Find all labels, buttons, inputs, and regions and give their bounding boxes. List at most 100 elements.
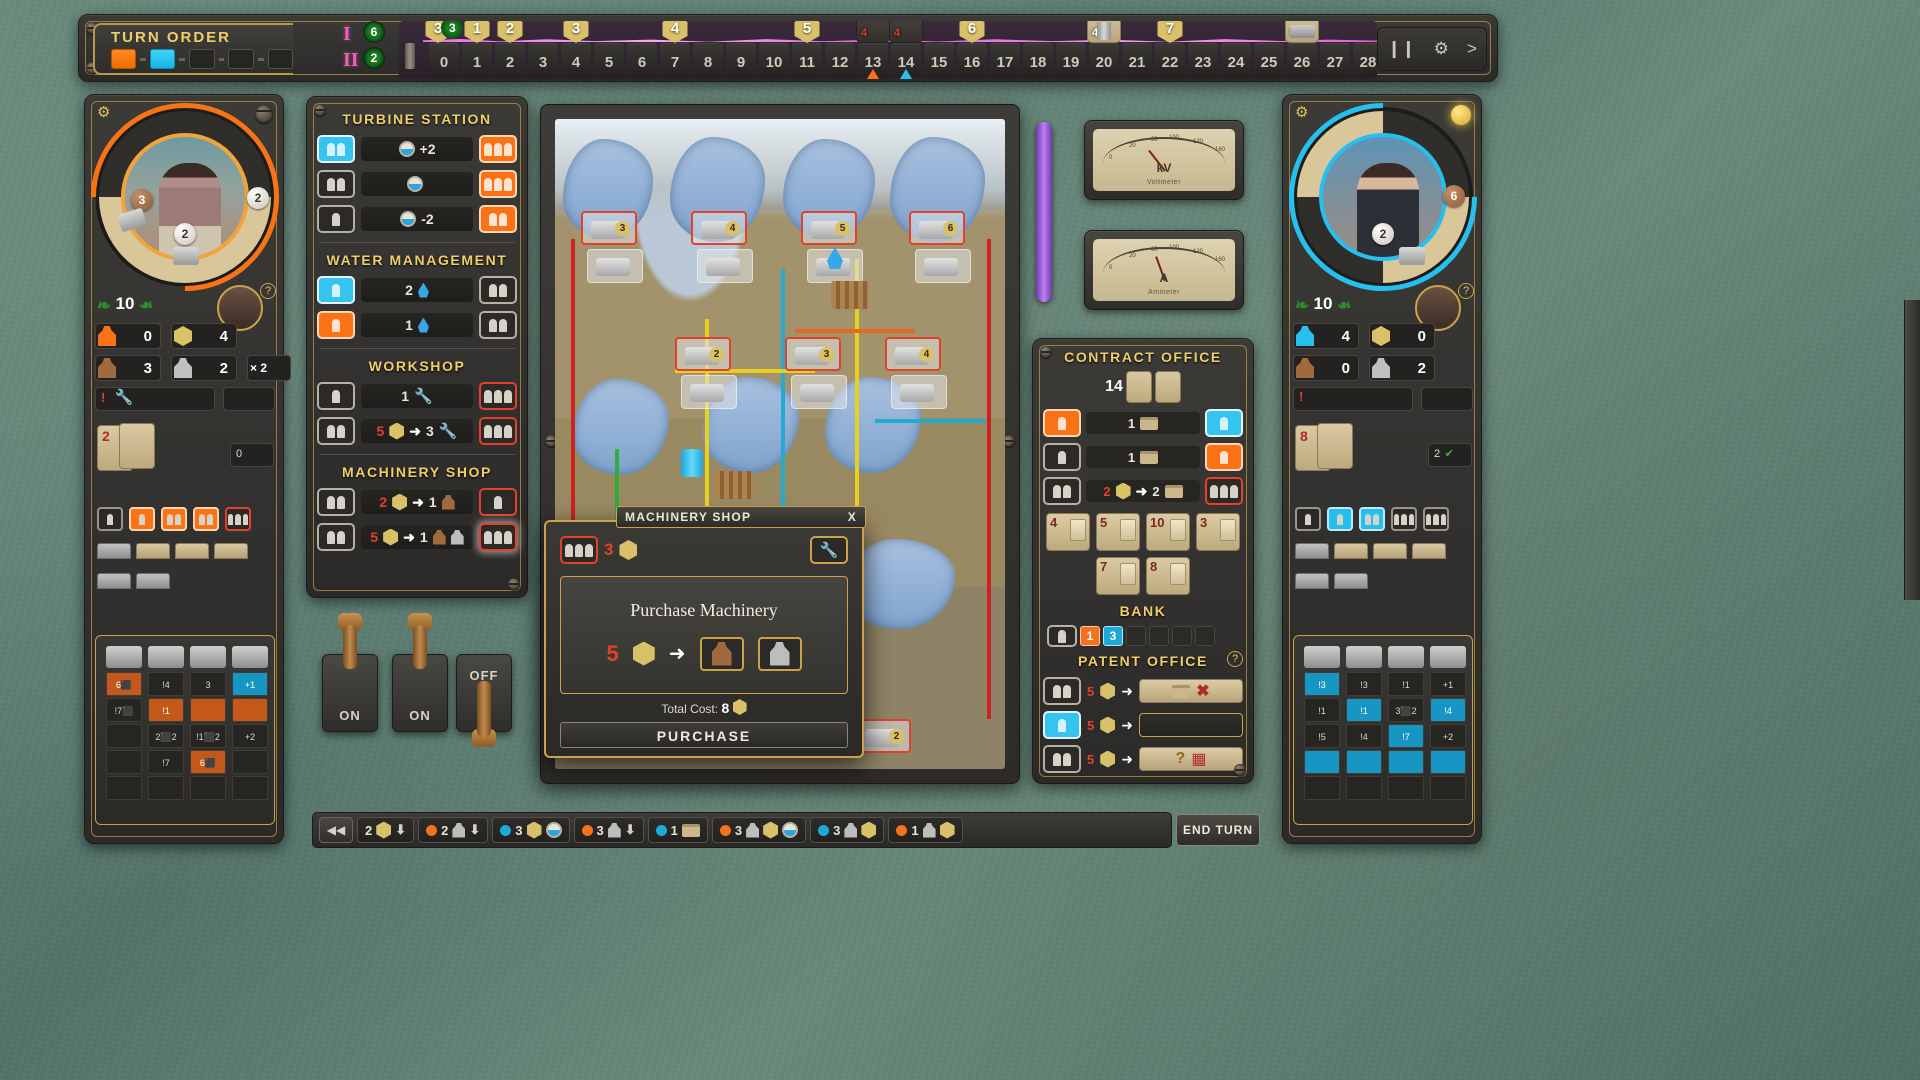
map-plant[interactable]: 3 [581, 211, 637, 245]
tab-item[interactable] [97, 573, 131, 589]
action-row-water-1[interactable]: 2 [317, 276, 517, 304]
token-slot-4[interactable] [1423, 507, 1449, 531]
score-cell-11[interactable]: 115 [792, 43, 822, 77]
player-right-token-row[interactable] [1295, 507, 1449, 531]
track-column-1[interactable]: 6⬛!7⬛ [106, 646, 142, 814]
worker-slot-right[interactable] [479, 382, 517, 410]
score-cell-19[interactable]: 19 [1056, 43, 1086, 77]
worker-slot-left[interactable] [317, 276, 355, 304]
hex-token[interactable]: 7 [1158, 21, 1183, 43]
track-column-4[interactable]: +1 +2 [232, 646, 268, 814]
bottom-bar-item[interactable]: 2⬇ [357, 817, 414, 843]
close-icon[interactable]: X [848, 510, 857, 524]
map-plant[interactable] [681, 375, 737, 409]
player-left-action-slot[interactable]: ! 🔧 [95, 387, 215, 411]
worker-slot-right[interactable] [1205, 477, 1243, 505]
action-row-machinery-2[interactable]: 5 ➜1 [317, 523, 517, 551]
player-right-cards[interactable]: 8 [1295, 425, 1355, 473]
map-plant[interactable] [587, 249, 643, 283]
score-cell-14[interactable]: 144 [891, 43, 921, 77]
score-cell-22[interactable]: 227 [1155, 43, 1185, 77]
bank-cell-5[interactable] [1172, 626, 1192, 646]
lever-3[interactable]: OFF [456, 654, 512, 732]
rewind-button[interactable]: ◀◀ [319, 817, 353, 843]
score-cell-7[interactable]: 74 [660, 43, 690, 77]
patent-row-1[interactable]: 5 ➜ ✖ [1043, 677, 1243, 705]
score-cell-4[interactable]: 43 [561, 43, 591, 77]
worker-slot-right[interactable] [479, 276, 517, 304]
action-row-turbine-1[interactable]: +2 [317, 135, 517, 163]
bottom-bar-item[interactable]: 1 [888, 817, 962, 843]
tab-item[interactable] [136, 573, 170, 589]
action-row-workshop-1[interactable]: 1 🔧 [317, 382, 517, 410]
option-brick-pawn[interactable] [700, 637, 744, 671]
machine-icon[interactable]: ⚙ [1434, 39, 1449, 59]
player-right-extra-slot[interactable] [1421, 387, 1473, 411]
bottom-bar-item[interactable]: 3 [712, 817, 806, 843]
turn-order-slot-5[interactable] [268, 49, 293, 69]
score-cell-25[interactable]: 25 [1254, 43, 1284, 77]
worker-slot-right[interactable] [479, 170, 517, 198]
water-token[interactable] [681, 449, 703, 477]
action-row-machinery-1[interactable]: 2 ➜1 [317, 488, 517, 516]
player-left-cards[interactable]: 2 [97, 425, 157, 473]
score-cell-17[interactable]: 17 [990, 43, 1020, 77]
action-row-turbine-2[interactable] [317, 170, 517, 198]
worker-slot-left[interactable] [317, 523, 355, 551]
score-cell-1[interactable]: 11 [462, 43, 492, 77]
worker-slot-left[interactable] [317, 205, 355, 233]
tab-item[interactable] [1334, 543, 1368, 559]
score-cell-2[interactable]: 22 [495, 43, 525, 77]
track-column-3[interactable]: 3 !1⬛26⬛ [190, 646, 226, 814]
score-cell-6[interactable]: 6 [627, 43, 657, 77]
worker-slot-left[interactable] [1043, 477, 1081, 505]
token-slot-1[interactable] [129, 507, 155, 531]
contract-card-grid[interactable]: 4510378 [1043, 513, 1243, 595]
contract-row-2[interactable]: 1 [1043, 443, 1243, 471]
player-left-tabs-1[interactable] [97, 543, 248, 559]
lever-1[interactable]: ON [322, 654, 378, 732]
score-cell-26[interactable]: 2685 [1287, 43, 1317, 77]
worker-slot-left[interactable] [317, 382, 355, 410]
map-plant[interactable]: 4 [885, 337, 941, 371]
end-turn-button[interactable]: END TURN [1176, 814, 1260, 846]
score-cell-12[interactable]: 12 [825, 43, 855, 77]
token-slot-0[interactable] [1295, 507, 1321, 531]
worker-slot-left[interactable] [317, 488, 355, 516]
token-slot-2[interactable] [161, 507, 187, 531]
purchase-button[interactable]: PURCHASE [560, 722, 848, 748]
worker-slot-right[interactable] [479, 311, 517, 339]
hex-token[interactable]: 6 [960, 21, 985, 43]
token-slot-3[interactable] [1391, 507, 1417, 531]
bank-cell-4[interactable] [1149, 626, 1169, 646]
help-icon[interactable]: ? [1458, 283, 1474, 299]
track-tile[interactable]: 4 [1087, 21, 1121, 43]
tab-item[interactable] [1295, 543, 1329, 559]
map-plant[interactable] [697, 249, 753, 283]
track-tile[interactable]: 4 [889, 21, 923, 43]
playback-controls[interactable]: ❙❙ ⚙ > [1377, 27, 1487, 71]
turn-order-slot-3[interactable] [189, 49, 214, 69]
next-icon[interactable]: > [1467, 39, 1477, 59]
banner-icon[interactable] [1139, 713, 1243, 737]
worker-slot-right[interactable] [479, 135, 517, 163]
hex-token[interactable]: 4 [663, 21, 688, 43]
track-column-4[interactable]: +1!4 +2 [1430, 646, 1466, 814]
player-pawn-orange[interactable] [862, 69, 884, 79]
player-left-extra-slot[interactable] [223, 387, 275, 411]
help-icon[interactable]: ? [1227, 651, 1243, 667]
score-cell-21[interactable]: 21 [1122, 43, 1152, 77]
score-cell-9[interactable]: 9 [726, 43, 756, 77]
score-cell-3[interactable]: 3 [528, 43, 558, 77]
bank-track[interactable]: 1 3 [1047, 625, 1239, 647]
bottom-bar-item[interactable]: 3 [810, 817, 884, 843]
turn-order-slot-2[interactable] [150, 49, 175, 69]
worker-slot-left[interactable] [1043, 443, 1081, 471]
tab-item[interactable] [1295, 573, 1329, 589]
contract-card[interactable]: 7 [1096, 557, 1140, 595]
turn-order-slot-1[interactable] [111, 49, 136, 69]
player-left-dial[interactable]: 3 2 2 [95, 107, 275, 287]
modal-corner-slot[interactable]: 🔧 [810, 536, 848, 564]
contract-card[interactable]: 5 [1096, 513, 1140, 551]
contract-card[interactable]: 10 [1146, 513, 1190, 551]
